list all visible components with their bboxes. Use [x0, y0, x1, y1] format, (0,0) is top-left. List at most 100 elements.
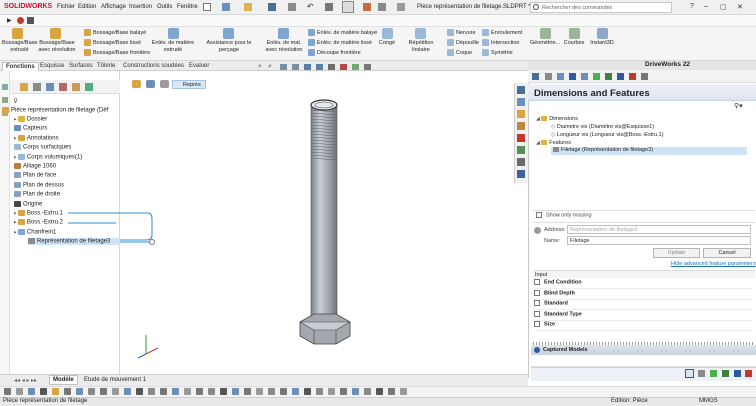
- address-field[interactable]: Représentation de filetage3: [567, 225, 751, 234]
- tree-item[interactable]: ▸ Boss.-Extru.1: [14, 210, 63, 217]
- task-pane-custom-icon[interactable]: [517, 158, 525, 166]
- appearance-icon[interactable]: [340, 64, 347, 70]
- sketch-tool-icon[interactable]: [148, 388, 155, 395]
- menu-affichage[interactable]: Affichage: [101, 4, 126, 10]
- dw-settings-icon[interactable]: [641, 73, 648, 80]
- scene-icon[interactable]: [352, 64, 359, 70]
- dw-bottom-help-icon[interactable]: [745, 370, 752, 377]
- display-manager-tab-icon[interactable]: [72, 83, 80, 91]
- status-units[interactable]: MMGS: [699, 398, 718, 404]
- tab-constructions-soudees[interactable]: Constructions soudées: [120, 62, 187, 71]
- save-icon[interactable]: [268, 3, 276, 11]
- sketch-tool-icon[interactable]: [280, 388, 287, 395]
- search-input[interactable]: Rechercher des commandes: [530, 2, 672, 13]
- zoom-fit-icon[interactable]: ⌕: [258, 63, 262, 71]
- panel-options-icon[interactable]: ⚲▾: [734, 102, 743, 110]
- tab-surfaces[interactable]: Surfaces: [66, 62, 96, 71]
- sketch-tool-icon[interactable]: [64, 388, 71, 395]
- sketch-tool-icon[interactable]: [256, 388, 263, 395]
- sketch-tool-icon[interactable]: [124, 388, 131, 395]
- tab-esquisse[interactable]: Esquisse: [37, 62, 67, 71]
- cancel-button[interactable]: Cancel: [703, 248, 751, 258]
- update-button[interactable]: Update: [653, 248, 700, 258]
- side-tool-icon-1[interactable]: [2, 84, 8, 90]
- draft-button[interactable]: Dépouille: [447, 39, 479, 46]
- parameter-row[interactable]: Blind Depth: [534, 289, 752, 300]
- features-node[interactable]: ◢ Features: [536, 140, 571, 146]
- breadcrumb-part-icon[interactable]: [132, 80, 141, 88]
- extrude-boss-button[interactable]: Bossage/Base extrudé: [2, 40, 37, 54]
- sketch-tool-icon[interactable]: [136, 388, 143, 395]
- linear-pattern-button[interactable]: Répétition linéaire: [399, 40, 443, 54]
- tree-item[interactable]: Plan de dessus: [14, 181, 64, 188]
- tree-item[interactable]: Plan de droite: [14, 191, 60, 198]
- tab-evaluer[interactable]: Evaluer: [186, 62, 212, 71]
- parameter-checkbox[interactable]: [534, 321, 540, 328]
- tree-item[interactable]: Capteurs: [14, 125, 47, 132]
- mirror-button[interactable]: Symétrie: [482, 49, 513, 56]
- tree-item[interactable]: Origine: [14, 200, 42, 207]
- dimxpert-tab-icon[interactable]: [59, 83, 67, 91]
- play-icon[interactable]: ▶: [7, 17, 12, 24]
- sketch-tool-icon[interactable]: [160, 388, 167, 395]
- sketch-tool-icon[interactable]: [328, 388, 335, 395]
- sketch-tool-icon[interactable]: [196, 388, 203, 395]
- dw-run-icon[interactable]: [593, 73, 600, 80]
- dw-rules-icon[interactable]: [629, 73, 636, 80]
- driveworks-tab-icon[interactable]: [85, 83, 93, 91]
- feature-item-selected[interactable]: Filetage (Représentation de filetage3): [551, 147, 747, 155]
- swept-boss-button[interactable]: Bossage/Base balayé: [84, 29, 146, 36]
- section-view-icon[interactable]: [292, 64, 299, 70]
- task-pane-resources-icon[interactable]: [517, 98, 525, 106]
- tree-item[interactable]: Corps surfaciques: [14, 144, 71, 151]
- sketch-tool-icon[interactable]: [388, 388, 395, 395]
- tab-etude-mouvement[interactable]: Etude de mouvement 1: [81, 376, 149, 385]
- extrude-cut-button[interactable]: Enlèv. de matière extrudé: [150, 40, 196, 54]
- shell-button[interactable]: Coque: [447, 49, 472, 56]
- wrap-button[interactable]: Enroulement: [482, 29, 522, 36]
- dw-bottom-refresh-icon[interactable]: [722, 370, 729, 377]
- sketch-tool-icon[interactable]: [208, 388, 215, 395]
- dimensions-node[interactable]: ◢ Dimensions: [536, 116, 578, 122]
- tree-item[interactable]: ▸ Annotations: [14, 134, 59, 141]
- dw-bottom-model-icon[interactable]: [734, 370, 741, 377]
- sketch-tool-icon[interactable]: [340, 388, 347, 395]
- parameter-checkbox[interactable]: [534, 300, 540, 307]
- menu-outils[interactable]: Outils: [157, 4, 172, 10]
- hole-wizard-button[interactable]: Assistance pour le perçage: [196, 40, 262, 54]
- dw-sync-icon[interactable]: [605, 73, 612, 80]
- stop-icon[interactable]: [27, 17, 34, 24]
- parameter-row[interactable]: Standard Type: [534, 310, 752, 321]
- sketch-tool-icon[interactable]: [112, 388, 119, 395]
- sketch-tool-icon[interactable]: [244, 388, 251, 395]
- sketch-tool-icon[interactable]: [100, 388, 107, 395]
- task-pane-appearance-icon[interactable]: [517, 134, 525, 142]
- parameter-row[interactable]: End Condition: [534, 279, 752, 289]
- sketch-tool-icon[interactable]: [76, 388, 83, 395]
- sketch-tool-icon[interactable]: [220, 388, 227, 395]
- menu-fichier[interactable]: Fichier: [57, 4, 75, 10]
- print-icon[interactable]: [288, 3, 296, 11]
- task-pane-library-icon[interactable]: [517, 110, 525, 118]
- close-icon[interactable]: ✕: [737, 3, 743, 11]
- dimension-item[interactable]: ◇ Longueur vis (Longueur vis@Boss.-Extru…: [551, 132, 664, 138]
- maximize-icon[interactable]: ▢: [720, 3, 727, 11]
- dw-model-icon[interactable]: [617, 73, 624, 80]
- sketch-tool-icon[interactable]: [184, 388, 191, 395]
- menu-fenetre[interactable]: Fenêtre: [177, 4, 198, 10]
- sketch-tool-icon[interactable]: [52, 388, 59, 395]
- tree-item[interactable]: Plan de face: [14, 172, 56, 179]
- intersect-button[interactable]: Intersection: [482, 39, 519, 46]
- dw-bottom-delete-icon[interactable]: [698, 370, 705, 377]
- view-icon[interactable]: [397, 3, 405, 11]
- sketch-tool-icon[interactable]: [400, 388, 407, 395]
- tab-modele[interactable]: Modèle: [49, 375, 78, 385]
- parameter-checkbox[interactable]: [534, 289, 540, 296]
- previous-view-icon[interactable]: [280, 64, 287, 70]
- sketch-tool-icon[interactable]: [364, 388, 371, 395]
- parameter-row[interactable]: Size: [534, 321, 752, 332]
- boundary-cut-button[interactable]: Découpe frontière: [308, 49, 361, 56]
- tree-item[interactable]: Alliage 1060: [14, 163, 56, 170]
- captured-models-header[interactable]: Captured Models: [531, 345, 756, 355]
- feature-manager-tab-icon[interactable]: [20, 83, 28, 91]
